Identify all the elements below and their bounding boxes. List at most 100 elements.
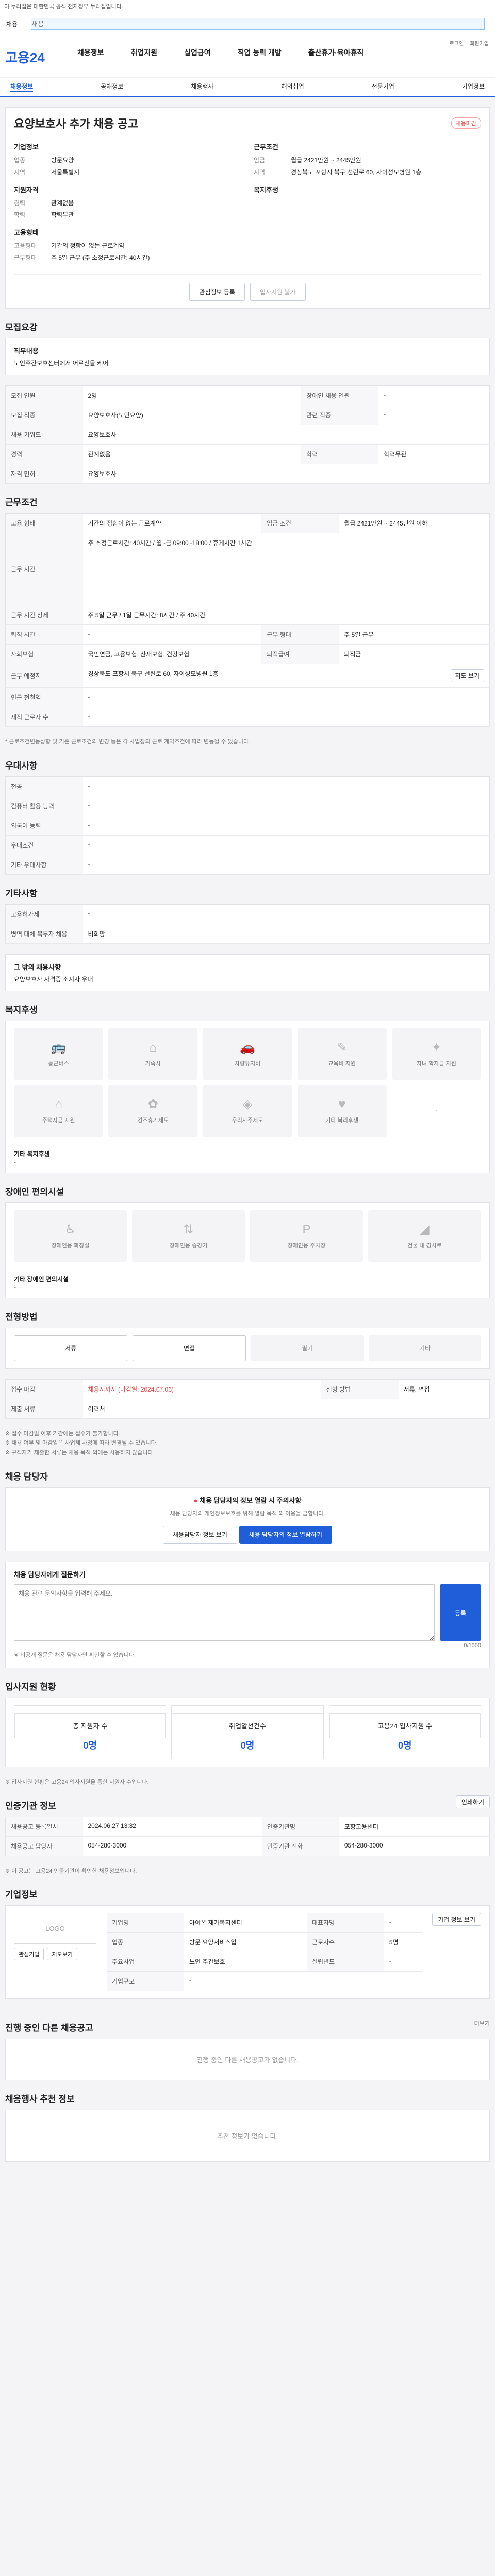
company-more-button[interactable]: 기업 정보 보기 <box>432 1913 481 1926</box>
contact-info-button[interactable]: 채용담당자 정보 보기 <box>162 1526 237 1544</box>
section-title-welfare: 복지후생 <box>5 1005 38 1015</box>
nav-item-training[interactable]: 직업 능력 개발 <box>238 47 282 58</box>
search-input[interactable] <box>31 18 485 30</box>
question-count: 0/1000 <box>464 1642 481 1649</box>
company-map-button[interactable]: 지도보기 <box>47 1948 77 1961</box>
row-value: 2024.06.27 13:32 <box>82 1817 262 1837</box>
row-value: - <box>82 776 490 796</box>
row-key: 설립년도 <box>306 1952 384 1972</box>
stat-value: 0명 <box>398 1740 412 1751</box>
kv-value: 학력무관 <box>51 211 74 218</box>
other-jobs-more-link[interactable]: 더보기 <box>474 2019 490 2029</box>
etc-extra-text: 요양보호사 자격증 소지자 우대 <box>14 975 93 983</box>
nav-item-leave[interactable]: 출산휴가·육아휴직 <box>308 47 364 58</box>
welfare-item-label: 우리사주제도 <box>232 1117 263 1124</box>
row-key: 모집 인원 <box>5 385 83 405</box>
kv-value: 주 5일 근무 (주 소정근로시간: 40시간) <box>51 254 150 261</box>
map-button[interactable]: 지도 보기 <box>450 669 484 682</box>
table-row: 병역 대체 복무자 채용 비희망 <box>5 924 490 944</box>
row-value: - <box>82 707 490 727</box>
tab-jobs[interactable]: 채용정보 <box>10 82 34 92</box>
row-value: 기간의 정함이 없는 근로계약 <box>82 513 262 533</box>
recent-empty: 추천 정보가 없습니다. <box>5 2110 490 2162</box>
row-value: 주 5일 근무 / 1일 근무시간: 8시간 / 주 40시간 <box>82 605 490 625</box>
stat-referral: 취업알선건수 0명 <box>171 1705 324 1759</box>
table-row: 전공 - <box>5 776 490 796</box>
kv-key: 업종 <box>14 157 26 164</box>
row-value: 포항고용센터 <box>339 1817 490 1837</box>
section-title-status: 입사지원 현황 <box>5 1682 56 1692</box>
table-row: 고용 형태 기간의 정함이 없는 근로계약 임금 조건 월급 2421만원 ~ 244… <box>5 513 490 533</box>
tab-public[interactable]: 공채정보 <box>101 82 123 92</box>
welfare-grid: 🚌 통근버스 ⌂ 기숙사 🚗 차량유지비 ✎ 교육비 지원 ✦ 자녀 학자금 지원 ⌂ 주택… <box>14 1028 481 1137</box>
login-link[interactable]: 로그인 <box>450 39 464 47</box>
search-label: 채용 <box>6 21 18 28</box>
row-value: 아이온 재가복지센터 <box>184 1913 307 1933</box>
print-button[interactable]: 인쇄하기 <box>455 1795 490 1808</box>
home-icon: ⌂ <box>55 1097 62 1111</box>
bus-icon: 🚌 <box>51 1041 67 1055</box>
table-row: 접수 마감 채용시까지 (마감일: 2024.07.06) 전형 방법 서류, 면접 <box>5 1379 490 1399</box>
kv-value: 월급 2421만원 ~ 2445만원 <box>291 157 361 164</box>
table-row: 근무 예정지 경상북도 포항시 북구 선린로 60, 자이성모병원 1층 지도 보… <box>5 664 490 688</box>
row-key: 퇴직 시간 <box>5 624 83 645</box>
question-note: ※ 비공개 질문은 채용 담당자만 확인할 수 있습니다. <box>14 1652 136 1659</box>
row-value: 054-280-3000 <box>82 1836 262 1856</box>
row-key: 채용 키워드 <box>5 425 83 445</box>
row-value: 요양보호사 <box>82 425 490 445</box>
gov-notice-bar: 이 누리집은 대한민국 공식 전자정부 누리집입니다. <box>0 0 495 10</box>
tab-events[interactable]: 채용행사 <box>191 82 213 92</box>
section-title-company: 기업정보 <box>5 1890 38 1900</box>
question-submit-button[interactable]: 등록 <box>440 1584 481 1641</box>
row-key: 경력 <box>5 444 83 464</box>
nav-item-benefits[interactable]: 실업급여 <box>184 47 211 58</box>
contact-warning: ● 채용 담당자의 정보 열람 시 주의사항 <box>14 1495 481 1505</box>
kv-key: 학력 <box>14 211 26 218</box>
row-value: - <box>384 1952 422 1972</box>
apply-table: 접수 마감 채용시까지 (마감일: 2024.07.06) 전형 방법 서류, 면접 … <box>5 1379 490 1419</box>
disability-item: ♿ 장애인용 화장실 <box>14 1210 127 1262</box>
alert-icon: ● <box>193 1496 198 1504</box>
toilet-icon: ♿ <box>64 1223 76 1237</box>
main-content: 요양보호사 추가 채용 공고 채용마감 기업정보 업종 방문요양 지역 서울특별시 … <box>5 97 490 2193</box>
process-step: 기타 <box>369 1335 481 1361</box>
welfare-item: 🚗 차량유지비 <box>203 1028 292 1080</box>
agency-table: 채용공고 등록일시 2024.06.27 13:32 인증기관명 포항고용센터 채용공… <box>5 1816 490 1856</box>
gov-notice-text: 이 누리집은 대한민국 공식 전자정부 누리집입니다. <box>4 4 123 10</box>
row-key: 근무 예정지 <box>5 664 83 688</box>
qual-kv: 경력 관계없음 학력 학력무관 <box>14 198 241 219</box>
car-icon: 🚗 <box>240 1041 255 1055</box>
row-value: 054-280-3000 <box>339 1836 490 1856</box>
kv-key: 임금 <box>254 157 266 164</box>
row-key: 우대조건 <box>5 835 83 855</box>
like-company-button[interactable]: 관심기업 <box>14 1948 44 1961</box>
section-title-recruit: 모집요강 <box>5 323 38 332</box>
section-title-prefer: 우대사항 <box>5 760 38 771</box>
company-kv: 업종 방문요양 지역 서울특별시 <box>14 156 241 176</box>
row-key: 고용허가제 <box>5 904 83 924</box>
nav-item-employment[interactable]: 취업지원 <box>131 47 158 58</box>
row-key: 채용공고 담당자 <box>5 1836 83 1856</box>
company-table: 기업명 아이온 재가복지센터 대표자명 - 업종 방문 요양서비스업 근로자수 5명 주요사… <box>107 1913 422 1992</box>
tab-overseas[interactable]: 해외취업 <box>281 82 304 92</box>
tab-company[interactable]: 기업정보 <box>462 82 485 92</box>
row-value: 국민연금, 고용보험, 산재보험, 건강보험 <box>82 644 262 664</box>
disability-item-label: 장애인용 주차장 <box>287 1242 326 1249</box>
apply-button[interactable]: 입사지원 불가 <box>250 283 306 301</box>
table-row: 퇴직 시간 - 근무 형태 주 5일 근무 <box>5 624 490 645</box>
row-value: - <box>82 904 490 924</box>
form-label: 고용형태 <box>14 229 39 236</box>
disability-item: P 장애인용 주차장 <box>250 1210 363 1262</box>
question-input[interactable] <box>14 1584 435 1641</box>
note-line: ※ 접수 마감일 이후 기간에는 접수가 불가합니다. <box>5 1430 120 1437</box>
welfare-item: ✎ 교육비 지원 <box>297 1028 387 1080</box>
contact-open-button[interactable]: 채용 담당자의 정보 열람하기 <box>239 1526 333 1544</box>
signup-link[interactable]: 회원가입 <box>470 39 489 47</box>
site-logo[interactable]: 고용24 <box>5 47 45 66</box>
nav-item-jobs[interactable]: 채용정보 <box>77 47 104 58</box>
interest-button[interactable]: 관심정보 등록 <box>189 283 245 301</box>
section-title-apply: 전형방법 <box>5 1312 38 1322</box>
tab-specialist[interactable]: 전문기업 <box>372 82 394 92</box>
kv-key: 경력 <box>14 199 26 207</box>
stat-value: 0명 <box>240 1740 255 1751</box>
